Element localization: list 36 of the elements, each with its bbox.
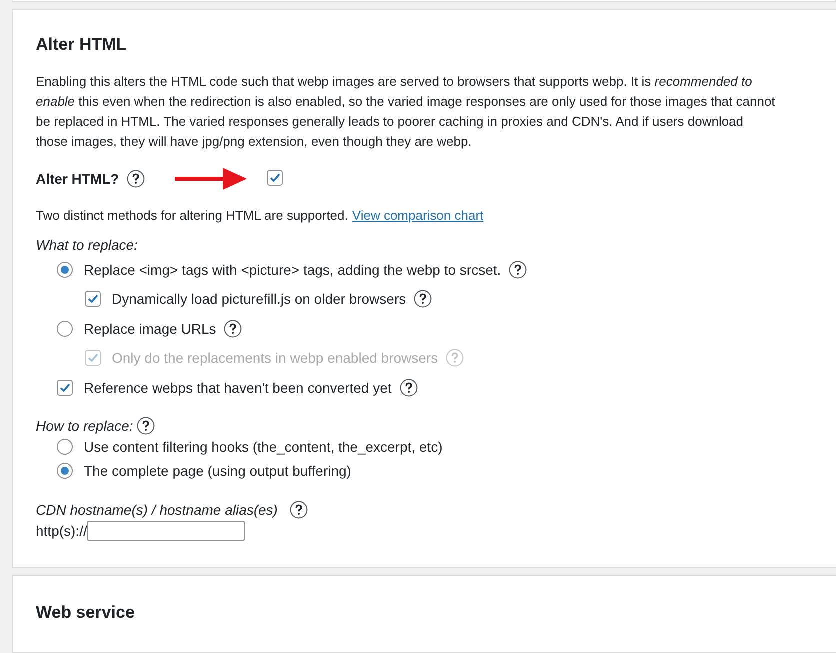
radio-button[interactable] xyxy=(57,262,73,278)
option-label: Use content filtering hooks (the_content, the_excerpt, etc) xyxy=(84,439,443,455)
section-title: Web service xyxy=(36,602,136,624)
checkmark-icon xyxy=(59,382,71,394)
option-label: Only do the replacements in webp enabled browsers xyxy=(112,350,438,366)
radio-button[interactable] xyxy=(57,439,73,455)
checkmark-icon xyxy=(87,293,99,305)
option-label: The complete page (using output buffering) xyxy=(84,463,352,479)
help-icon[interactable] xyxy=(224,320,242,338)
methods-note: Two distinct methods for altering HTML are supported. xyxy=(36,208,348,223)
checkmark-icon xyxy=(87,352,99,364)
group-label: What to replace: xyxy=(36,237,139,253)
checkbox[interactable] xyxy=(267,170,284,186)
help-icon[interactable] xyxy=(290,501,308,519)
help-icon[interactable] xyxy=(127,170,146,188)
help-icon[interactable] xyxy=(414,290,432,308)
group-label: How to replace: xyxy=(36,418,134,434)
radio-button[interactable] xyxy=(57,321,73,337)
help-icon[interactable] xyxy=(400,379,418,397)
option-label: Dynamically load picturefill.js on older browsers xyxy=(112,291,406,307)
option-label: Replace image URLs xyxy=(84,321,216,337)
checkbox[interactable] xyxy=(57,380,73,396)
checkmark-icon xyxy=(269,172,282,184)
option-label: Reference webps that haven't been converted yet xyxy=(84,380,392,396)
hostname-input-field[interactable] xyxy=(87,521,246,541)
radio-button[interactable] xyxy=(57,463,73,479)
field-label: CDN hostname(s) / hostname alias(es) xyxy=(36,502,278,518)
checkbox[interactable] xyxy=(85,291,101,307)
section-title: Alter HTML xyxy=(36,34,128,56)
comparison-chart-link[interactable]: View comparison chart xyxy=(352,208,484,223)
setting-label: Alter HTML? xyxy=(36,171,120,187)
help-icon[interactable] xyxy=(137,417,156,435)
description-text: Enabling this alters the HTML code such that webp images are served to browsers that supports webp. It is recommended to enable this even when the redirection is also enabled, so the varied image responses are only used for those images that cannot be replaced in HTML. The varied responses generally leads to poorer caching in proxies and CDN's. And if users download those images, they will have jpg/png extension, even though they are webp. xyxy=(36,73,776,151)
option-label: Replace <img> tags with <picture> tags, adding the webp to srcset. xyxy=(84,262,502,278)
help-icon[interactable] xyxy=(509,261,528,279)
url-prefix: http(s):// xyxy=(36,523,88,539)
